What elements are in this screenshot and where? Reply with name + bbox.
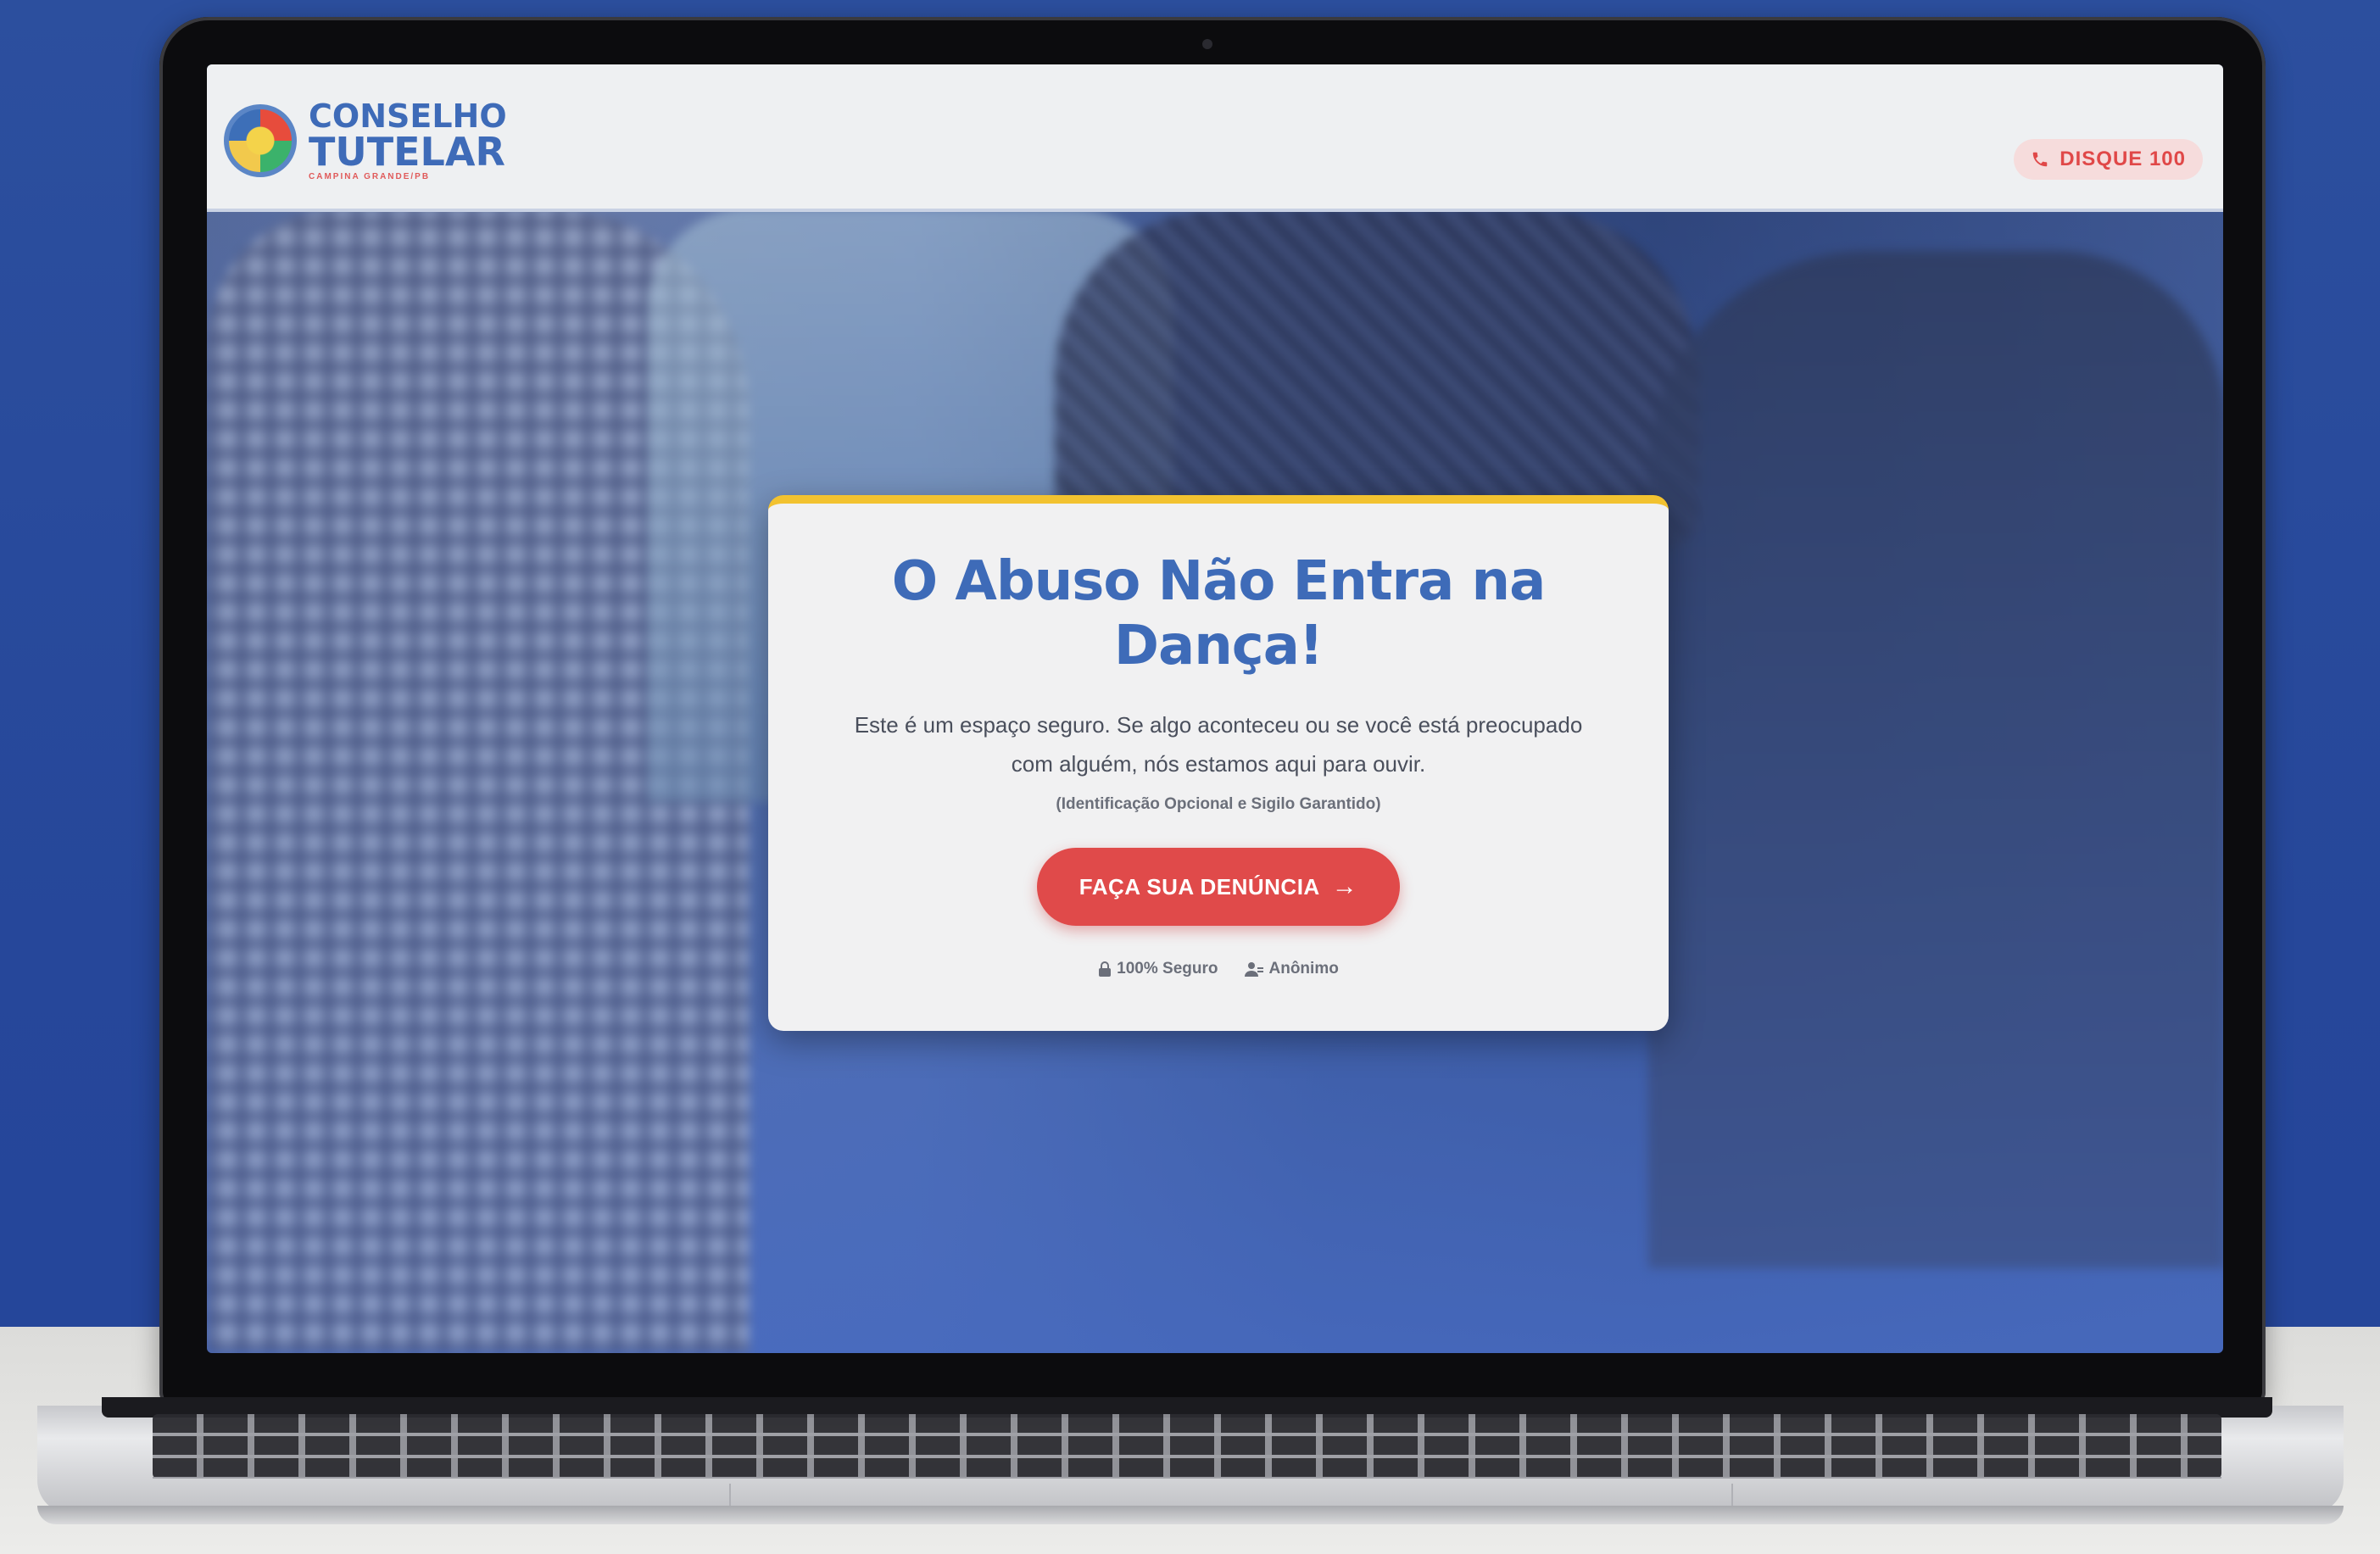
site-header: CONSELHO TUTELAR CAMPINA GRANDE/PB DISQU… (207, 64, 2223, 212)
conselho-tutelar-emblem-icon (224, 104, 297, 177)
user-secret-icon (1244, 962, 1263, 977)
badge-secure: 100% Seguro (1098, 960, 1218, 978)
report-button[interactable]: FAÇA SUA DENÚNCIA → (1036, 848, 1401, 926)
background-person-dark (1648, 251, 2223, 1268)
phone-icon (2033, 152, 2048, 167)
laptop-base-lip (37, 1506, 2344, 1524)
logo-text: CONSELHO TUTELAR CAMPINA GRANDE/PB (309, 100, 507, 181)
laptop-screen: CONSELHO TUTELAR CAMPINA GRANDE/PB DISQU… (207, 64, 2223, 1353)
keyboard-rows (153, 1414, 2221, 1479)
logo-subtitle: CAMPINA GRANDE/PB (309, 172, 431, 181)
logo-line2: TUTELAR (309, 129, 505, 175)
hero-title: O Abuso Não Entra na Dança! (891, 550, 1547, 677)
lock-icon (1099, 961, 1112, 977)
arrow-right-icon: → (1331, 872, 1358, 900)
hero-description: Este é um espaço seguro. Se algo acontec… (854, 712, 1583, 777)
hero-note: (Identificação Opcional e Sigilo Garanti… (1056, 795, 1381, 813)
trust-badges: 100% Seguro Anônimo (768, 960, 1669, 978)
disque-100-label: DISQUE 100 (2060, 148, 2186, 170)
logo[interactable]: CONSELHO TUTELAR CAMPINA GRANDE/PB (224, 98, 507, 183)
laptop-lid: CONSELHO TUTELAR CAMPINA GRANDE/PB DISQU… (159, 17, 2266, 1407)
badge-anonymous: Anônimo (1244, 960, 1339, 978)
webcam-icon (1202, 39, 1212, 49)
scene: CONSELHO TUTELAR CAMPINA GRANDE/PB DISQU… (0, 0, 2380, 1554)
hero-card: O Abuso Não Entra na Dança! Este é um es… (768, 495, 1669, 1031)
logo-line1: CONSELHO (309, 97, 507, 135)
disque-100-button[interactable]: DISQUE 100 (2014, 139, 2203, 180)
badge-anonymous-label: Anônimo (1268, 960, 1339, 978)
badge-secure-label: 100% Seguro (1117, 960, 1218, 978)
report-button-label: FAÇA SUA DENÚNCIA (1079, 873, 1320, 900)
